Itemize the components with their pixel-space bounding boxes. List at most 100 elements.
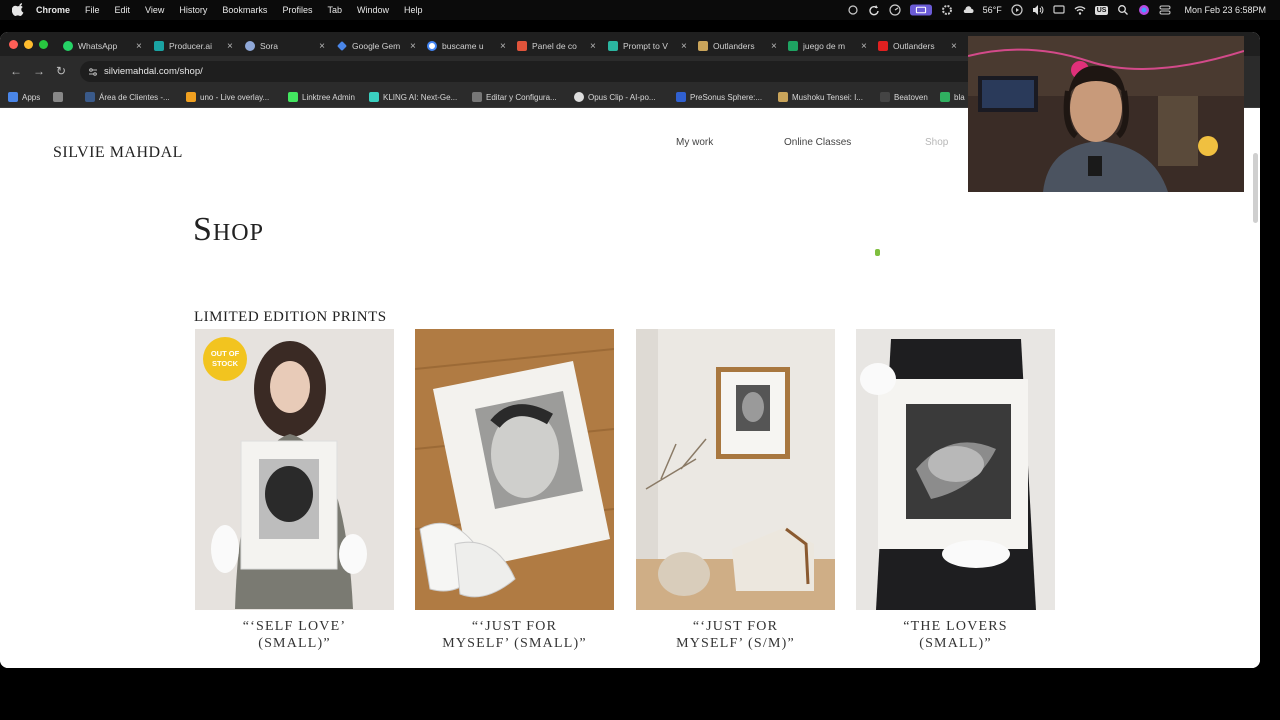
bookmark-apps[interactable]: Apps — [8, 91, 40, 103]
control-center-icon[interactable] — [1159, 4, 1171, 16]
menu-app-name[interactable]: Chrome — [36, 5, 70, 15]
display-icon[interactable] — [1053, 4, 1065, 16]
close-tab-icon[interactable]: × — [590, 41, 596, 52]
close-tab-icon[interactable]: × — [771, 41, 777, 52]
menu-edit[interactable]: Edit — [115, 5, 131, 15]
tab-google-gemini[interactable]: Google Gem × — [337, 36, 417, 56]
close-tab-icon[interactable]: × — [861, 41, 867, 52]
menu-window[interactable]: Window — [357, 5, 389, 15]
bookmark-bla[interactable]: bla — [940, 91, 965, 103]
prompt-icon — [608, 41, 618, 51]
close-window-button[interactable] — [9, 40, 18, 49]
input-source-badge[interactable]: US — [1094, 5, 1109, 15]
site-settings-icon[interactable] — [88, 67, 98, 77]
webcam-person-image — [968, 36, 1244, 192]
tab-whatsapp[interactable]: WhatsApp × — [63, 36, 143, 56]
search-icon[interactable] — [1117, 4, 1129, 16]
close-tab-icon[interactable]: × — [681, 41, 687, 52]
bookmark-label: KLING AI: Next-Ge... — [383, 92, 458, 102]
screen-record-icon[interactable] — [909, 4, 932, 16]
bookmark-uno[interactable]: uno - Live overlay... — [186, 91, 269, 103]
close-tab-icon[interactable]: × — [500, 41, 506, 52]
product-card[interactable]: OUT OF STOCK “‘SELF LOVE’ (SMALL)” — [195, 329, 394, 652]
tab-youtube[interactable]: Outlanders × — [878, 36, 958, 56]
close-tab-icon[interactable]: × — [136, 41, 142, 52]
wifi-icon[interactable] — [1074, 4, 1086, 16]
product-image[interactable] — [636, 329, 835, 610]
reload-button[interactable]: ↻ — [56, 64, 66, 78]
product-card[interactable]: “‘JUST FOR MYSELF’ (SMALL)” — [415, 329, 614, 652]
bookmark-beatoven[interactable]: Beatoven — [880, 91, 928, 103]
tab-outlanders[interactable]: Outlanders × — [698, 36, 778, 56]
print-on-wood-image — [415, 329, 614, 610]
sheets-icon — [788, 41, 798, 51]
zoom-window-button[interactable] — [39, 40, 48, 49]
nav-shop[interactable]: Shop — [925, 137, 948, 148]
menu-tab[interactable]: Tab — [327, 5, 342, 15]
tab-panel[interactable]: Panel de co × — [517, 36, 597, 56]
close-tab-icon[interactable]: × — [319, 41, 325, 52]
weather-temp[interactable]: 56°F — [983, 5, 1002, 15]
nav-online-classes[interactable]: Online Classes — [784, 137, 851, 148]
sora-icon — [245, 41, 255, 51]
product-title[interactable]: “‘SELF LOVE’ (SMALL)” — [195, 618, 394, 652]
sync-icon[interactable] — [847, 4, 859, 16]
minimize-window-button[interactable] — [24, 40, 33, 49]
tab-title: WhatsApp — [78, 41, 118, 51]
tab-prompt-to-video[interactable]: Prompt to V × — [608, 36, 688, 56]
menu-file[interactable]: File — [85, 5, 100, 15]
bookmark-grid[interactable] — [53, 91, 67, 103]
bookmark-mushoku[interactable]: Mushoku Tensei: I... — [778, 91, 863, 103]
tab-google-search[interactable]: buscame u × — [427, 36, 507, 56]
siri-icon[interactable] — [1138, 4, 1150, 16]
clock[interactable]: Mon Feb 23 6:58PM — [1184, 5, 1266, 15]
product-title[interactable]: “THE LOVERS (SMALL)” — [856, 618, 1055, 652]
editar-icon — [472, 92, 482, 102]
page-scrollbar[interactable] — [1253, 153, 1258, 223]
product-card[interactable]: “THE LOVERS (SMALL)” — [856, 329, 1055, 652]
bookmark-area-clientes[interactable]: Área de Clientes -... — [85, 91, 170, 103]
close-tab-icon[interactable]: × — [410, 41, 416, 52]
bookmark-presonus[interactable]: PreSonus Sphere:... — [676, 91, 762, 103]
linktree-icon — [288, 92, 298, 102]
product-image[interactable] — [415, 329, 614, 610]
close-tab-icon[interactable]: × — [951, 41, 957, 52]
product-title[interactable]: “‘JUST FOR MYSELF’ (SMALL)” — [415, 618, 614, 652]
bookmark-linktree[interactable]: Linktree Admin — [288, 91, 355, 103]
gemini-icon — [337, 41, 347, 51]
bookmark-kling[interactable]: KLING AI: Next-Ge... — [369, 91, 457, 103]
tab-title: Outlanders — [713, 41, 755, 51]
play-icon[interactable] — [1011, 4, 1023, 16]
menu-profiles[interactable]: Profiles — [282, 5, 312, 15]
tab-producer[interactable]: Producer.ai × — [154, 36, 234, 56]
tab-sheets[interactable]: juego de m × — [788, 36, 868, 56]
bookmark-opus-clip[interactable]: Opus Clip - AI-po... — [574, 91, 656, 103]
mouse-cursor — [875, 249, 880, 256]
macos-menubar: Chrome File Edit View History Bookmarks … — [0, 0, 1280, 20]
settings-icon[interactable] — [941, 4, 953, 16]
bookmark-editar[interactable]: Editar y Configura... — [472, 91, 557, 103]
product-image[interactable]: OUT OF STOCK — [195, 329, 394, 610]
menu-history[interactable]: History — [179, 5, 207, 15]
close-tab-icon[interactable]: × — [227, 41, 233, 52]
url-text: silviemahdal.com/shop/ — [104, 66, 203, 77]
menu-bookmarks[interactable]: Bookmarks — [222, 5, 267, 15]
menu-help[interactable]: Help — [404, 5, 423, 15]
product-image[interactable] — [856, 329, 1055, 610]
refresh-icon[interactable] — [868, 4, 880, 16]
back-button[interactable]: ← — [10, 64, 22, 78]
volume-icon[interactable] — [1032, 4, 1044, 16]
forward-button[interactable]: → — [33, 64, 45, 78]
product-title[interactable]: “‘JUST FOR MYSELF’ (S/M)” — [636, 618, 835, 652]
apple-icon[interactable] — [12, 3, 26, 17]
section-title: LIMITED EDITION PRINTS — [194, 309, 387, 325]
menu-view[interactable]: View — [145, 5, 164, 15]
nav-my-work[interactable]: My work — [676, 137, 713, 148]
site-logo[interactable]: SILVIE MAHDAL — [53, 144, 183, 162]
bookmark-label: PreSonus Sphere:... — [690, 92, 763, 102]
tab-sora[interactable]: Sora × — [245, 36, 325, 56]
weather-cloud-icon[interactable] — [962, 4, 974, 16]
kling-icon — [369, 92, 379, 102]
product-card[interactable]: “‘JUST FOR MYSELF’ (S/M)” — [636, 329, 835, 652]
gauge-icon[interactable] — [889, 4, 901, 16]
